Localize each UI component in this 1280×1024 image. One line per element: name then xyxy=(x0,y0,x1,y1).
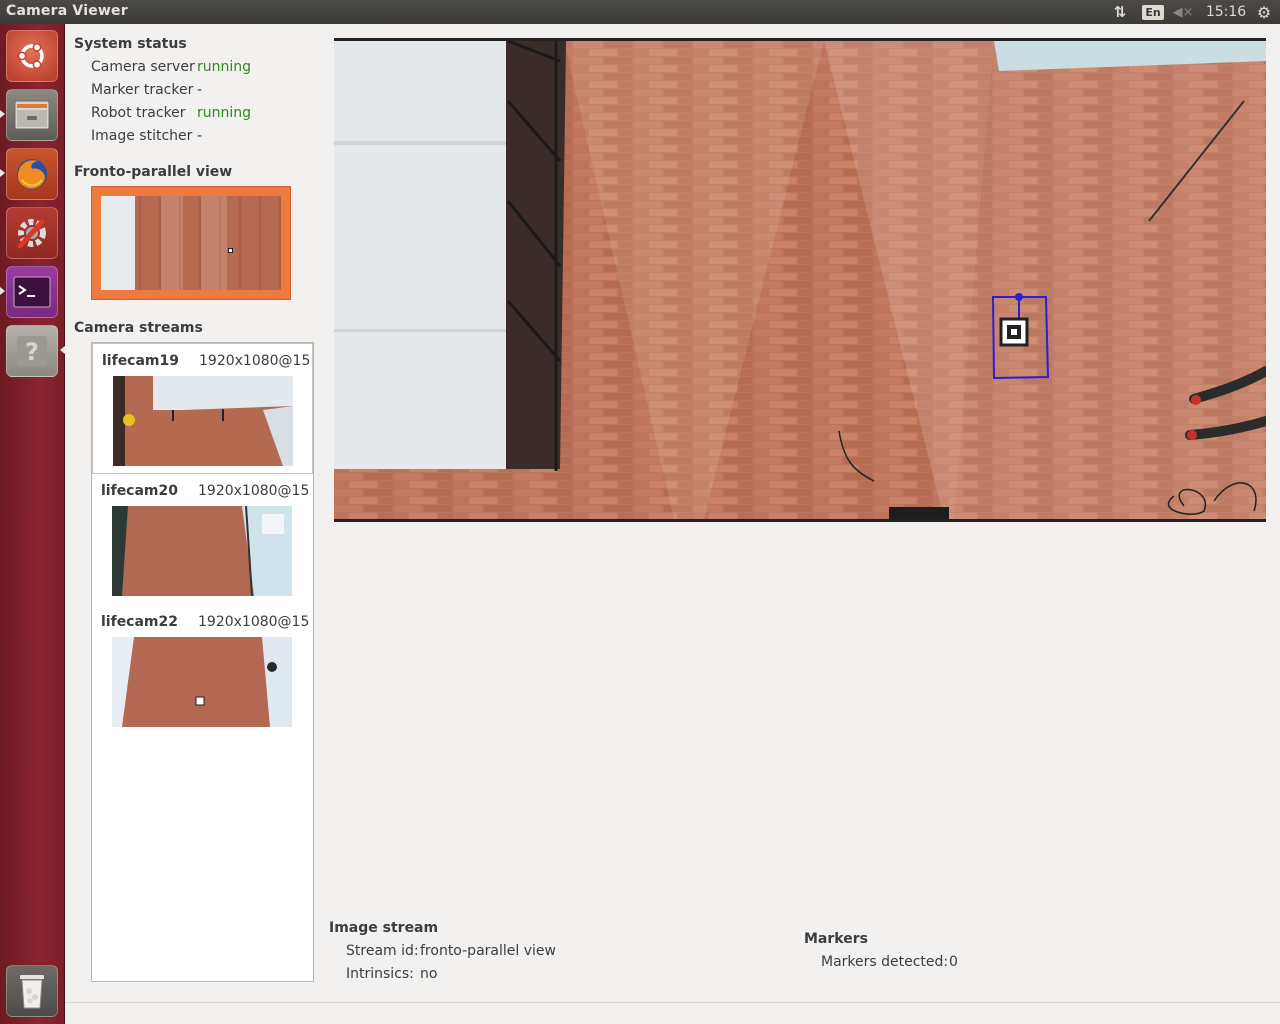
markers-detected-value: 0 xyxy=(949,954,958,970)
stream-thumbnail xyxy=(112,505,292,597)
stream-id-label: Stream id: xyxy=(346,943,419,959)
stream-resolution: 1920x1080@15 xyxy=(199,353,311,369)
gear-power-icon[interactable]: ⚙ xyxy=(1252,0,1276,24)
stream-item-lifecam20[interactable]: lifecam20 1920x1080@15 xyxy=(92,474,313,605)
main-camera-view[interactable] xyxy=(334,38,1266,522)
fronto-parallel-thumbnail[interactable] xyxy=(91,186,291,300)
status-label-marker-tracker: Marker tracker xyxy=(91,82,194,98)
terminal-icon[interactable] xyxy=(6,266,58,318)
running-indicator xyxy=(0,169,5,177)
volume-muted-icon[interactable]: ◀× xyxy=(1170,0,1196,24)
status-value-camera-server: running xyxy=(197,59,252,75)
image-stream-title: Image stream xyxy=(329,920,439,936)
stream-name: lifecam19 xyxy=(102,353,179,369)
trash-can-icon xyxy=(20,975,44,1009)
fronto-parallel-title: Fronto-parallel view xyxy=(74,164,233,180)
stream-resolution: 1920x1080@15 xyxy=(198,614,310,630)
stream-resolution: 1920x1080@15 xyxy=(198,483,310,499)
language-label: En xyxy=(1142,4,1164,20)
keyboard-layout-indicator[interactable]: En xyxy=(1142,0,1164,24)
status-value-robot-tracker: running xyxy=(197,105,252,121)
intrinsics-value: no xyxy=(420,966,438,982)
trash-icon[interactable] xyxy=(6,965,58,1017)
ubuntu-dash-icon[interactable] xyxy=(6,30,58,82)
intrinsics-label: Intrinsics: xyxy=(346,966,414,982)
question-mark-icon: ? xyxy=(17,336,47,366)
stream-name: lifecam20 xyxy=(101,483,178,499)
help-icon[interactable]: ? xyxy=(6,325,58,377)
running-indicator xyxy=(0,110,5,118)
status-value-marker-tracker: - xyxy=(197,82,203,98)
status-label-robot-tracker: Robot tracker xyxy=(91,105,186,121)
stream-id-value: fronto-parallel view xyxy=(420,943,556,959)
active-indicator xyxy=(60,346,65,354)
system-status-title: System status xyxy=(74,36,187,52)
firefox-logo-icon xyxy=(17,159,47,189)
drawer-icon xyxy=(14,100,50,130)
firefox-icon[interactable] xyxy=(6,148,58,200)
stream-item-lifecam22[interactable]: lifecam22 1920x1080@15 xyxy=(92,605,313,736)
status-value-image-stitcher: - xyxy=(197,128,203,144)
stream-item-lifecam19[interactable]: lifecam19 1920x1080@15 xyxy=(92,343,313,474)
stitched-floor-image xyxy=(334,41,1266,519)
stream-thumbnail xyxy=(113,376,293,466)
markers-detected-label: Markers detected: xyxy=(821,954,949,970)
camera-streams-title: Camera streams xyxy=(74,320,203,336)
markers-title: Markers xyxy=(804,931,868,947)
status-label-camera-server: Camera server xyxy=(91,59,195,75)
status-bar xyxy=(65,1002,1280,1024)
svg-text:?: ? xyxy=(25,338,39,366)
fronto-parallel-thumbnail-image xyxy=(101,196,281,290)
camera-streams-list[interactable]: lifecam19 1920x1080@15 lifecam20 1920x10… xyxy=(91,342,314,982)
window-title: Camera Viewer xyxy=(6,3,128,19)
stream-name: lifecam22 xyxy=(101,614,178,630)
stream-thumbnail xyxy=(112,637,292,727)
running-indicator xyxy=(0,287,5,295)
terminal-prompt-icon xyxy=(13,276,51,308)
file-manager-icon[interactable] xyxy=(6,89,58,141)
ubuntu-logo-icon xyxy=(17,42,44,70)
status-label-image-stitcher: Image stitcher xyxy=(91,128,193,144)
network-updown-icon[interactable]: ⇅ xyxy=(1108,0,1132,24)
launcher: ? xyxy=(0,24,65,1024)
system-settings-icon[interactable] xyxy=(6,207,58,259)
clock[interactable]: 15:16 xyxy=(1203,0,1249,24)
top-panel: Camera Viewer ⇅ En ◀× 15:16 ⚙ xyxy=(0,0,1280,24)
settings-gear-icon xyxy=(17,219,46,249)
